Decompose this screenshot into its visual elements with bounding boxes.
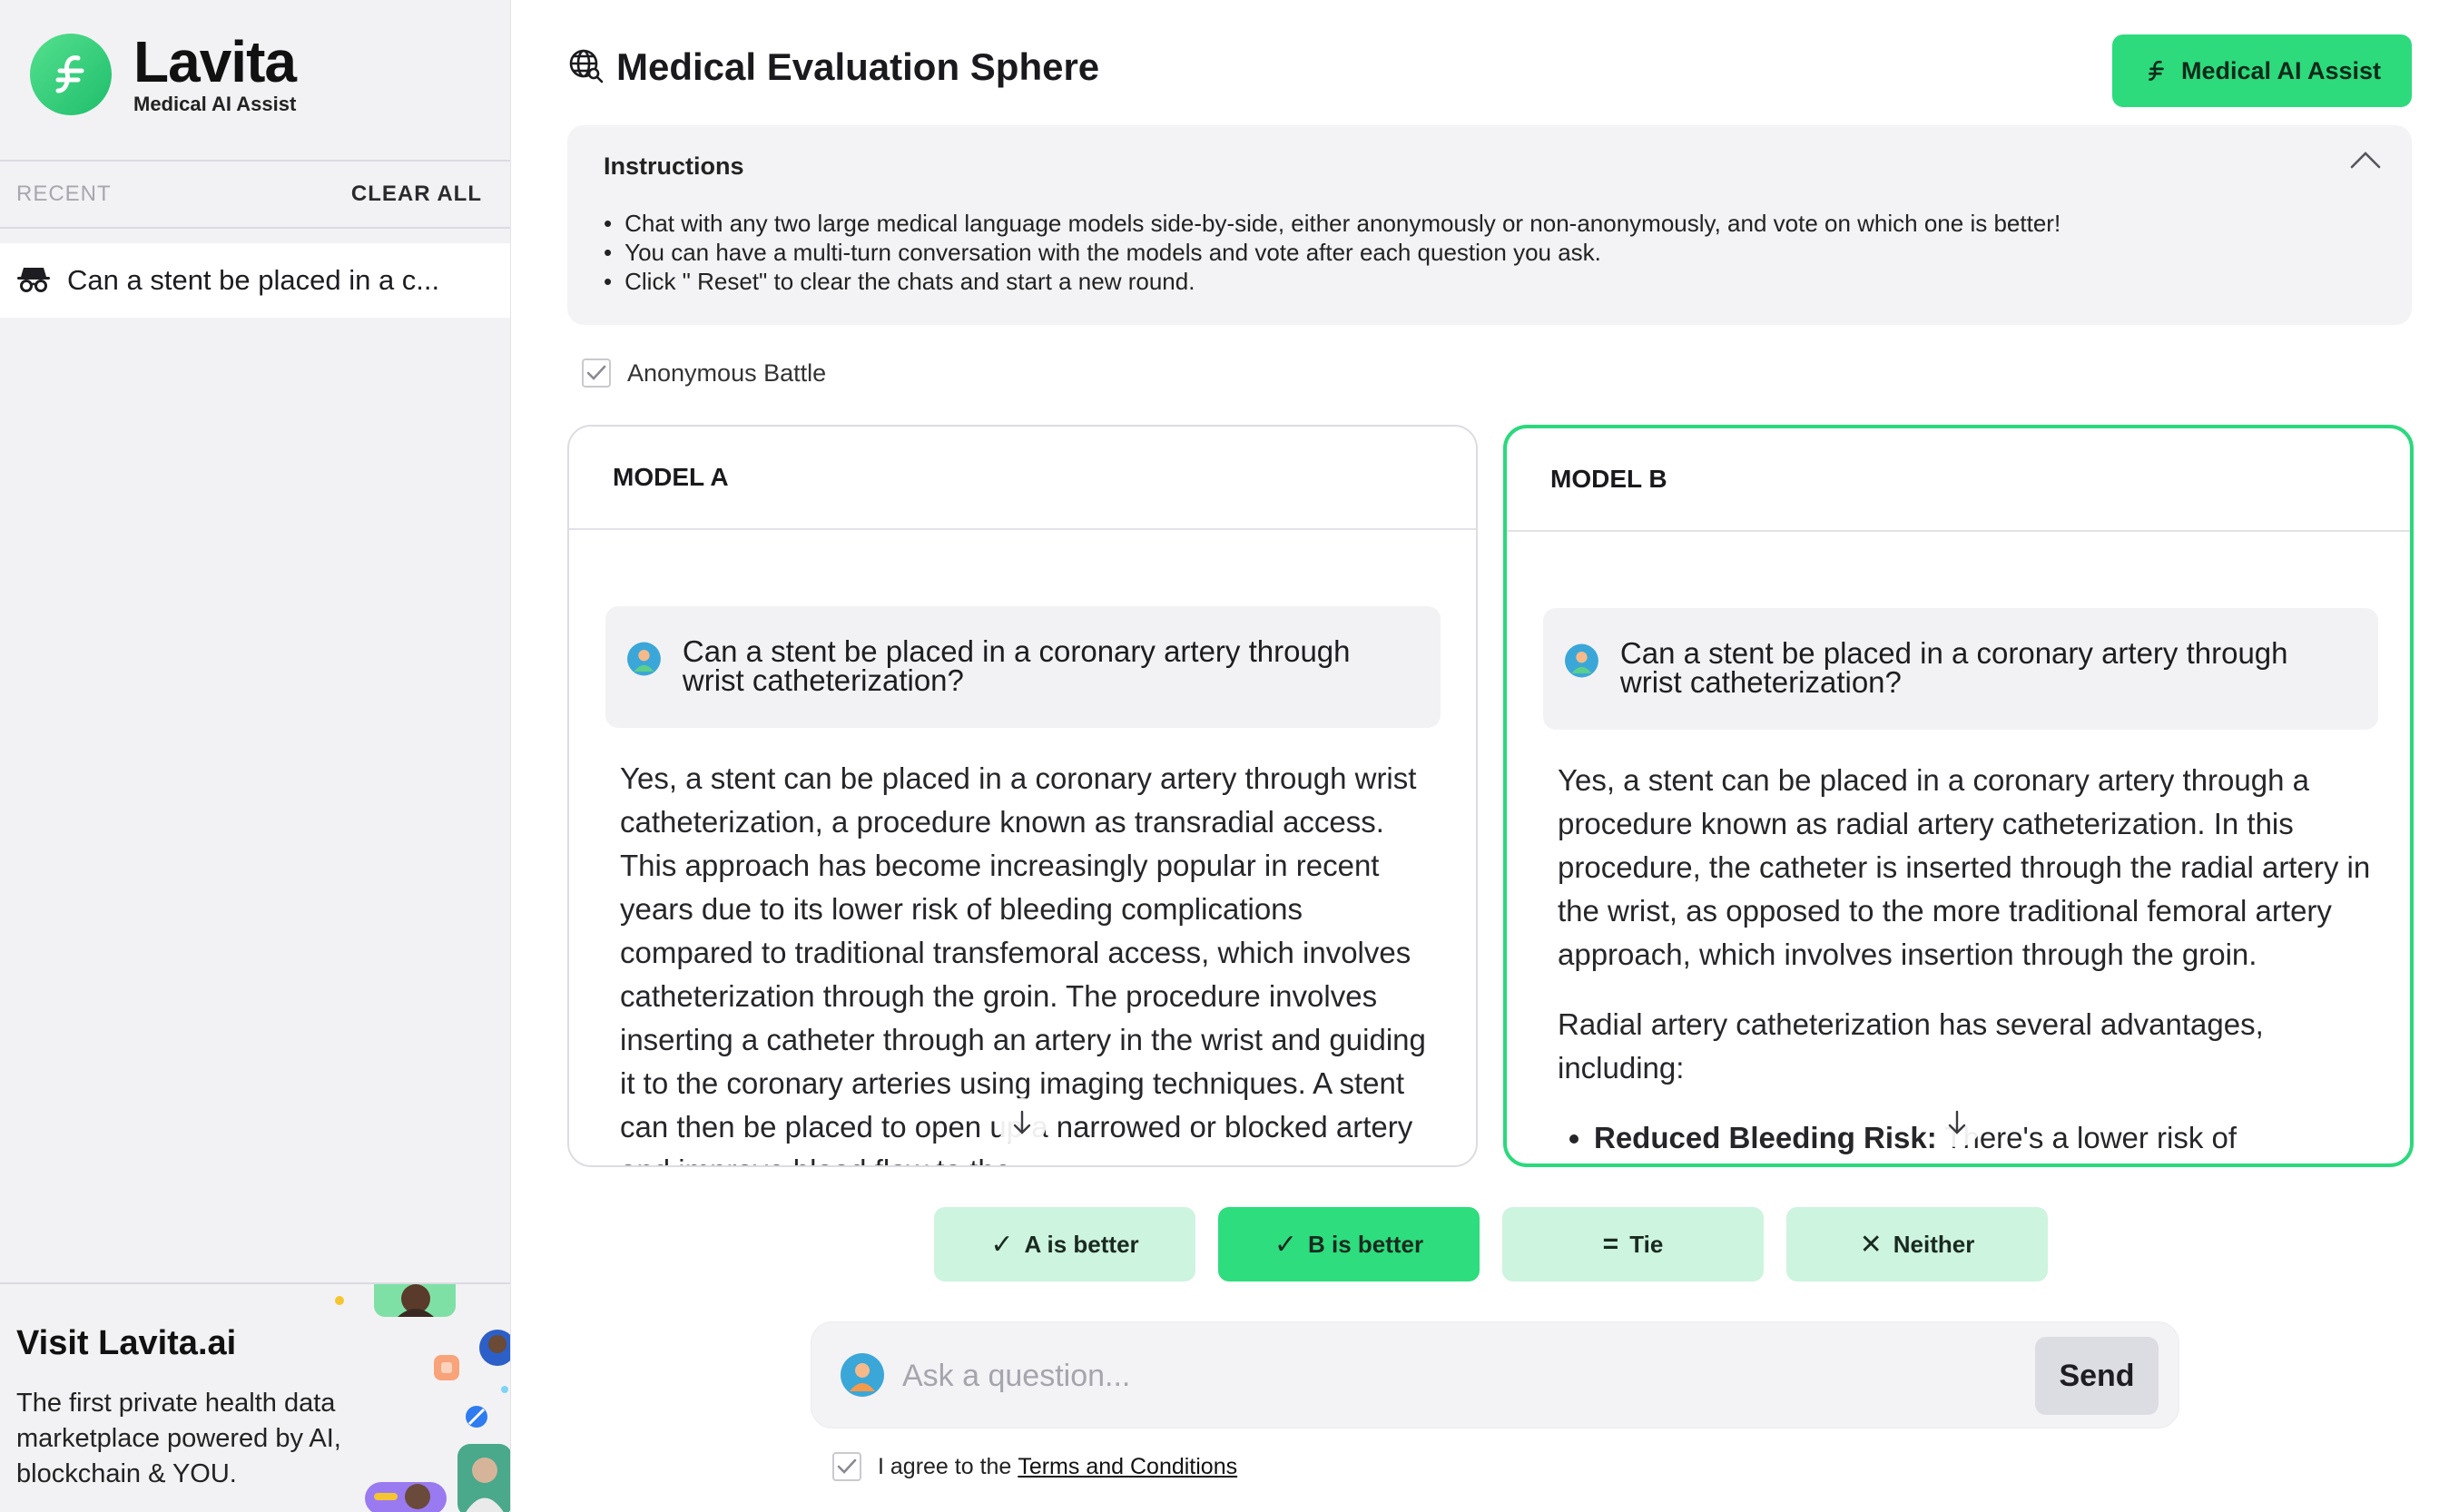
instructions-panel: Instructions Chat with any two large med…	[567, 125, 2412, 325]
lavita-logo-icon	[2149, 60, 2164, 81]
recent-label: RECENT	[16, 182, 112, 206]
checkmark-icon: ✓	[990, 1229, 1014, 1260]
incognito-icon	[16, 265, 51, 297]
answer-bullet-item: Reduced Bleeding Risk: There's a lower r…	[1594, 1116, 2375, 1160]
user-avatar-icon	[1565, 643, 1598, 678]
answer-paragraph: Radial artery catheterization has severa…	[1558, 1007, 2264, 1085]
ask-question-bar: Send	[811, 1321, 2179, 1429]
brand-subtitle: Medical AI Assist	[133, 93, 297, 115]
user-question-bubble: Can a stent be placed in a coronary arte…	[605, 606, 1441, 728]
instruction-item: Chat with any two large medical language…	[604, 209, 2061, 238]
bullet-text: There's a lower risk of	[1936, 1121, 2238, 1154]
medical-ai-assist-label: Medical AI Assist	[2180, 56, 2382, 84]
model-a-title: MODEL A	[569, 427, 1476, 530]
user-question-bubble: Can a stent be placed in a coronary arte…	[1543, 608, 2378, 730]
promo-title: Visit Lavita.ai	[16, 1324, 237, 1362]
ask-question-input[interactable]	[902, 1346, 1892, 1406]
model-a-panel[interactable]: MODEL A Can a stent be placed in a coron…	[567, 425, 1478, 1167]
model-b-title: MODEL B	[1507, 428, 2410, 532]
user-avatar-icon	[627, 642, 661, 676]
answer-bullet-list: Reduced Bleeding Risk: There's a lower r…	[1594, 1116, 2375, 1160]
send-button[interactable]: Send	[2035, 1337, 2159, 1415]
brand-name: Lavita	[133, 29, 297, 94]
clear-all-button[interactable]: CLEAR ALL	[351, 182, 482, 207]
promo-text: The first private health data marketplac…	[16, 1389, 341, 1488]
terms-checkbox[interactable]	[832, 1452, 861, 1481]
vote-label: B is better	[1307, 1230, 1424, 1258]
anonymous-battle-label: Anonymous Battle	[627, 358, 827, 387]
checkmark-icon: ✓	[1274, 1229, 1297, 1260]
answer-paragraph: Yes, a stent can be placed in a coronary…	[1558, 763, 2371, 971]
terms-label: I agree to the	[878, 1453, 1012, 1479]
terms-and-conditions-link[interactable]: Terms and Conditions	[1018, 1454, 1237, 1480]
instructions-list: Chat with any two large medical language…	[604, 209, 2061, 296]
vote-a-better-button[interactable]: ✓ A is better	[934, 1207, 1195, 1281]
scroll-down-arrow-icon[interactable]	[1933, 1098, 1982, 1147]
brand-logo[interactable]: Lavita Medical AI Assist	[30, 29, 297, 116]
history-item[interactable]: Can a stent be placed in a c...	[0, 243, 510, 318]
sidebar: Lavita Medical AI Assist RECENT CLEAR AL…	[0, 0, 511, 1512]
lavita-logo-icon	[30, 34, 112, 115]
bullet-heading: Reduced Bleeding Risk:	[1594, 1121, 1937, 1154]
recent-header: RECENT CLEAR ALL	[0, 160, 510, 229]
page-title: Medical Evaluation Sphere	[567, 45, 1099, 89]
question-text: Can a stent be placed in a coronary arte…	[682, 634, 1351, 697]
instruction-item: Click " Reset" to clear the chats and st…	[604, 267, 2061, 296]
vote-label: Neither	[1893, 1230, 1975, 1258]
vote-tie-button[interactable]: = Tie	[1502, 1207, 1764, 1281]
history-item-text: Can a stent be placed in a c...	[67, 264, 440, 296]
terms-agreement: I agree to the Terms and Conditions	[832, 1452, 1237, 1481]
question-text: Can a stent be placed in a coronary arte…	[1619, 636, 2288, 699]
vote-label: Tie	[1629, 1230, 1664, 1258]
globe-search-icon	[567, 47, 604, 88]
instructions-heading: Instructions	[604, 152, 744, 180]
checkmark-icon	[586, 365, 606, 380]
scroll-down-arrow-icon[interactable]	[998, 1098, 1047, 1147]
collapse-chevron-up-icon[interactable]	[2350, 151, 2381, 173]
promo-card[interactable]: Visit Lavita.ai The first private health…	[0, 1282, 510, 1512]
anonymous-battle-option: Anonymous Battle	[582, 358, 826, 388]
anonymous-battle-checkbox[interactable]	[582, 358, 611, 388]
instruction-item: You can have a multi-turn conversation w…	[604, 238, 2061, 267]
model-b-panel[interactable]: MODEL B Can a stent be placed in a coron…	[1503, 425, 2414, 1167]
close-x-icon: ✕	[1859, 1229, 1883, 1260]
vote-b-better-button[interactable]: ✓ B is better	[1218, 1207, 1480, 1281]
vote-label: A is better	[1024, 1230, 1139, 1258]
checkmark-icon	[837, 1458, 857, 1474]
vote-neither-button[interactable]: ✕ Neither	[1786, 1207, 2048, 1281]
user-avatar-icon	[841, 1353, 884, 1397]
equals-icon: =	[1602, 1229, 1619, 1259]
medical-ai-assist-button[interactable]: Medical AI Assist	[2112, 34, 2412, 107]
page-title-text: Medical Evaluation Sphere	[616, 45, 1100, 88]
